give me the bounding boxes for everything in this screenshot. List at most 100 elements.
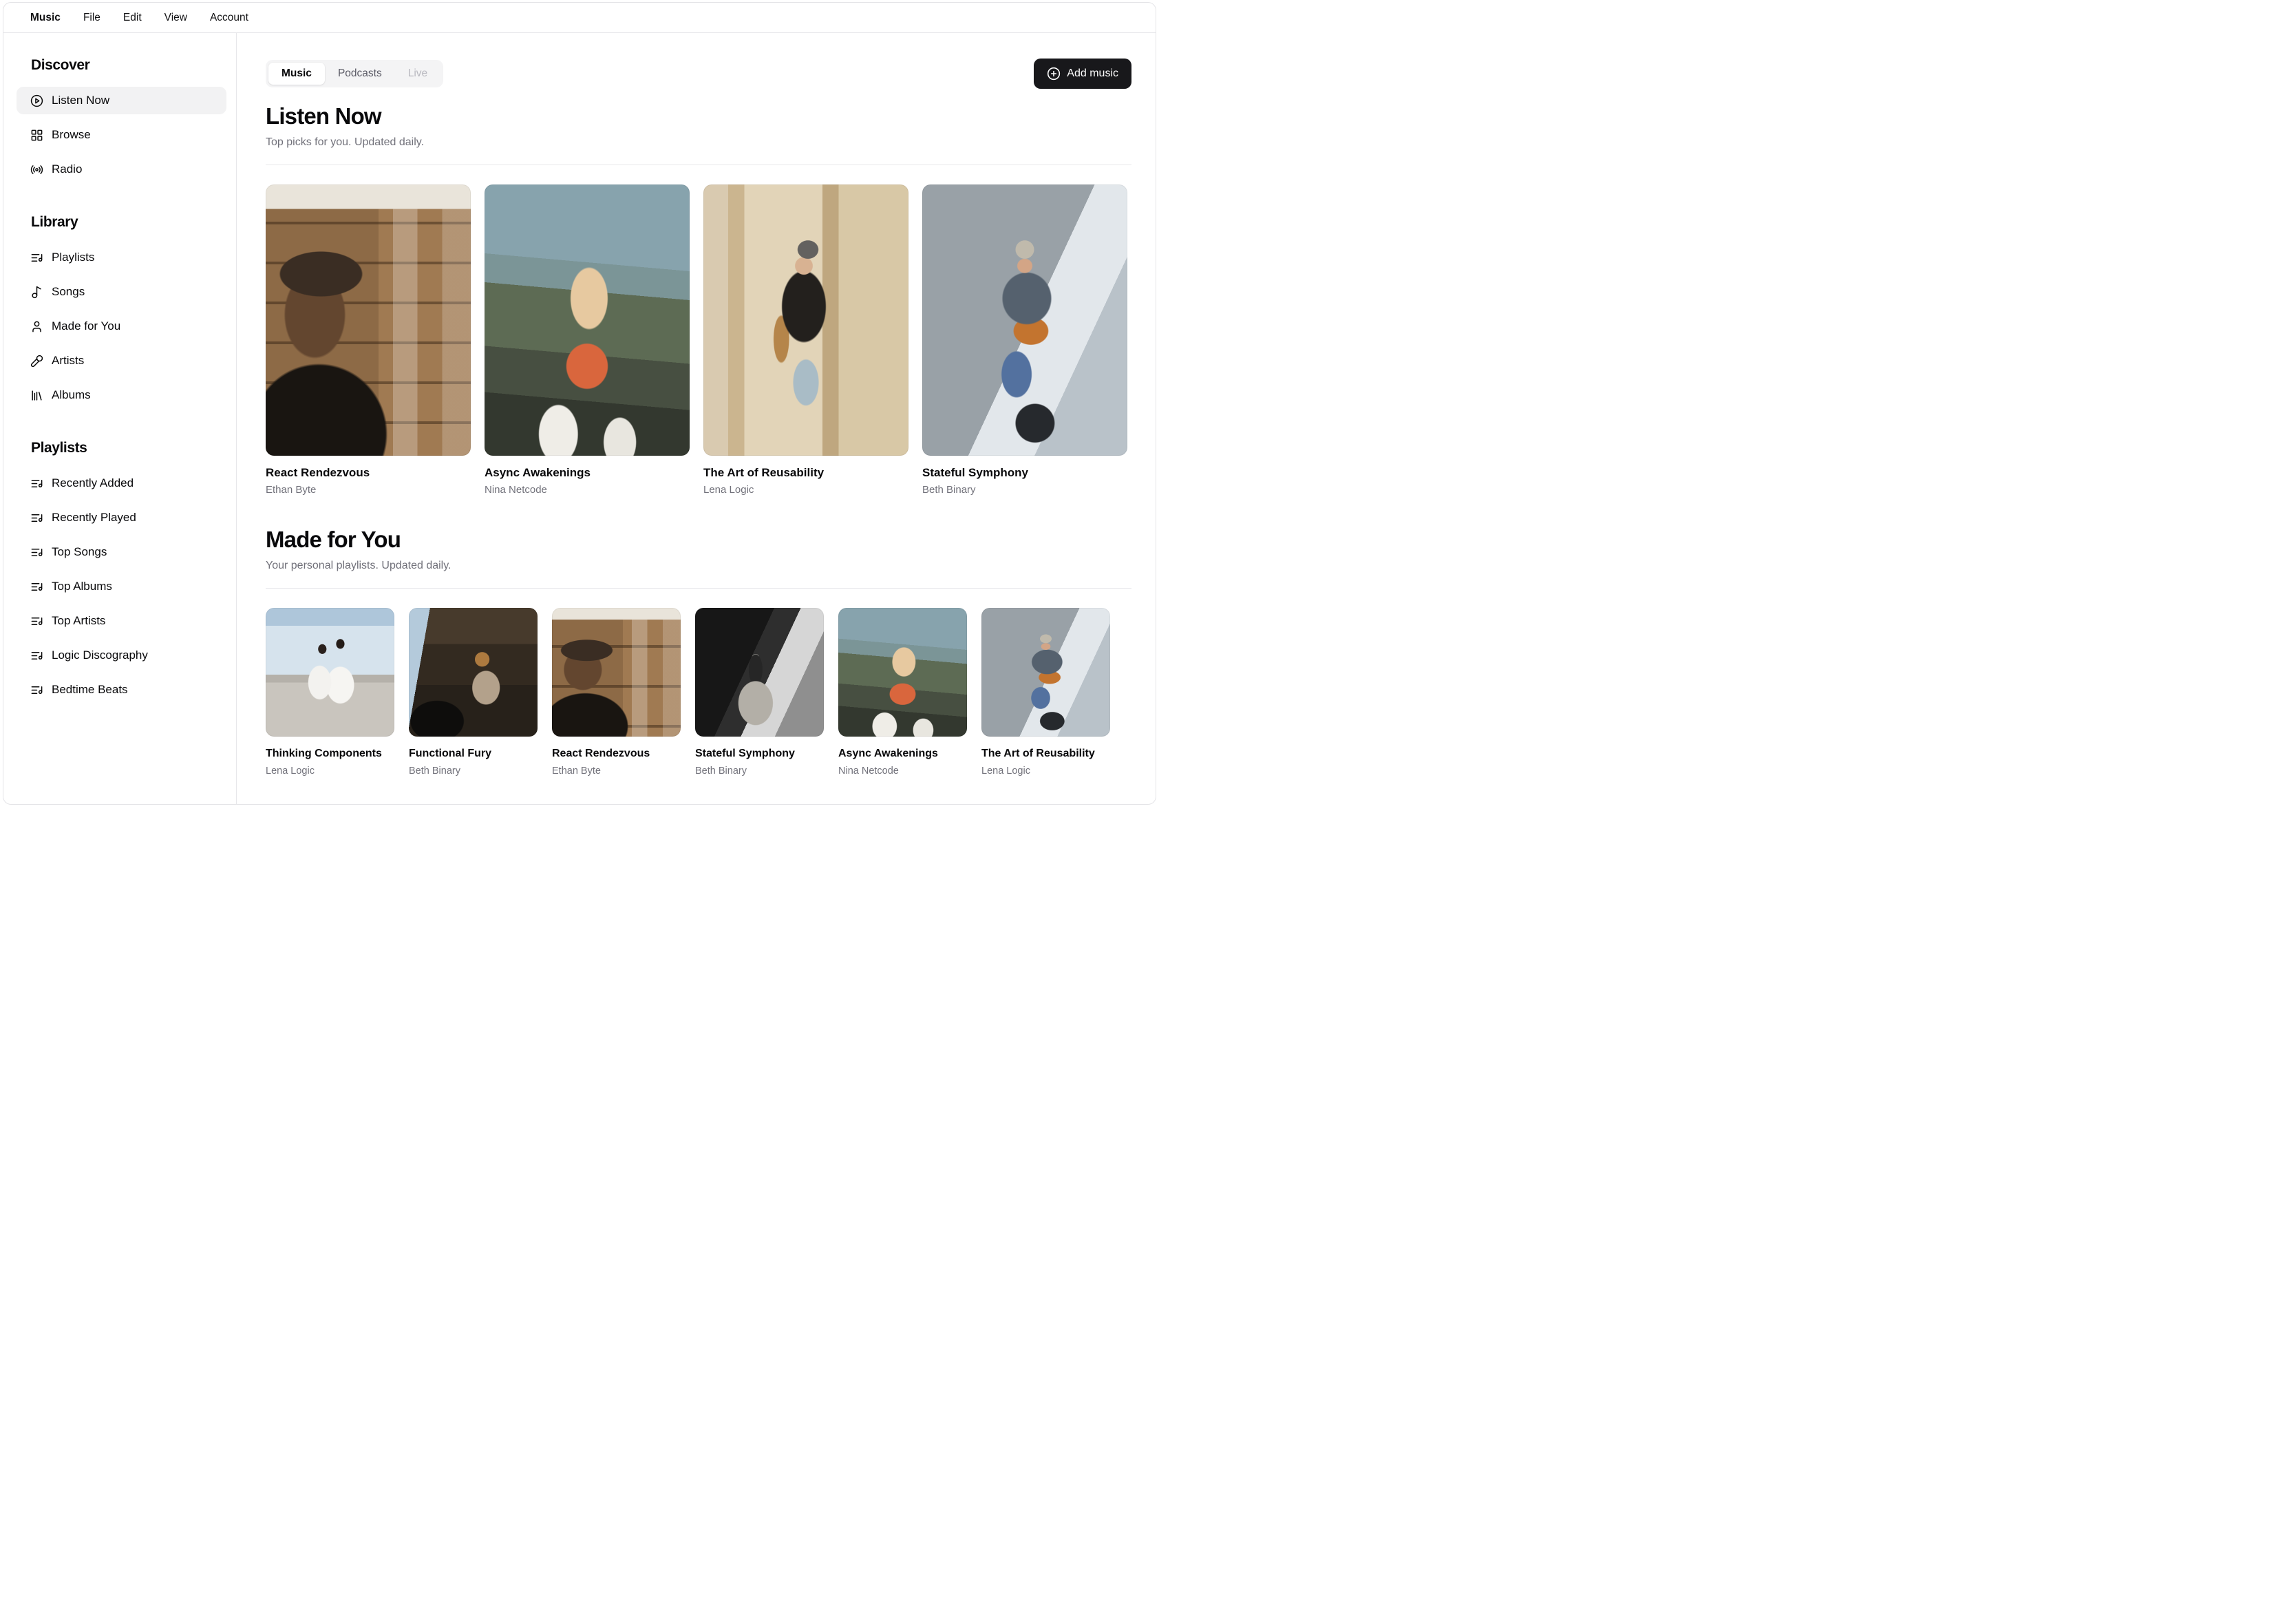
album-cover[interactable] (266, 608, 394, 737)
sidebar-item-songs[interactable]: Songs (17, 278, 226, 306)
album-cover[interactable] (981, 608, 1110, 737)
sidebar-section-playlists: Playlists Recently Added Recently Played (17, 439, 226, 704)
album-cover[interactable] (695, 608, 824, 737)
add-music-button[interactable]: Add music (1034, 59, 1131, 89)
sidebar-item-top-artists[interactable]: Top Artists (17, 607, 226, 635)
sidebar-item-label: Bedtime Beats (52, 683, 128, 696)
album-title: Thinking Components (266, 748, 382, 759)
album-cover[interactable] (703, 184, 908, 456)
sidebar-item-made-for-you[interactable]: Made for You (17, 313, 226, 340)
sidebar: Discover Listen Now Browse Radio Library… (3, 33, 237, 804)
list-music-icon (30, 580, 43, 593)
album-artist: Beth Binary (922, 484, 976, 496)
sidebar-heading-library: Library (31, 214, 78, 230)
album-artist: Beth Binary (695, 766, 747, 777)
sidebar-item-top-albums[interactable]: Top Albums (17, 573, 226, 600)
list-music-icon (30, 684, 43, 697)
sidebar-item-artists[interactable]: Artists (17, 347, 226, 374)
sidebar-item-logic-discography[interactable]: Logic Discography (17, 642, 226, 669)
album-card: React Rendezvous Ethan Byte (266, 184, 471, 497)
album-cover[interactable] (922, 184, 1127, 456)
circle-play-icon (30, 94, 43, 107)
sidebar-item-label: Recently Added (52, 476, 134, 489)
sidebar-item-label: Albums (52, 388, 91, 401)
sidebar-item-playlists[interactable]: Playlists (17, 244, 226, 271)
sidebar-item-browse[interactable]: Browse (17, 121, 226, 149)
album-cover[interactable] (409, 608, 538, 737)
menubar-item-music[interactable]: Music (21, 3, 70, 32)
album-artist: Lena Logic (703, 484, 754, 496)
sidebar-item-listen-now[interactable]: Listen Now (17, 87, 226, 114)
layout-grid-icon (30, 129, 43, 142)
album-cover[interactable] (552, 608, 681, 737)
sidebar-item-label: Listen Now (52, 94, 110, 107)
section-title-listen-now: Listen Now (266, 103, 382, 129)
sidebar-item-label: Songs (52, 285, 85, 298)
sidebar-item-recently-played[interactable]: Recently Played (17, 504, 226, 531)
menubar-item-edit[interactable]: Edit (114, 3, 151, 32)
app-window: Music File Edit View Account Discover Li… (3, 2, 1156, 805)
album-card: The Art of Reusability Lena Logic (703, 184, 908, 497)
menubar-item-view[interactable]: View (156, 3, 196, 32)
listen-now-card-row: React Rendezvous Ethan Byte Async Awaken… (266, 184, 1131, 497)
library-icon (30, 389, 43, 402)
album-card: Thinking Components Lena Logic (266, 608, 394, 778)
list-music-icon (30, 649, 43, 662)
sidebar-item-label: Top Artists (52, 614, 106, 627)
sidebar-section-discover: Discover Listen Now Browse Radio (17, 56, 226, 183)
album-card: Functional Fury Beth Binary (409, 608, 538, 778)
sidebar-item-label: Browse (52, 128, 91, 141)
list-music-icon (30, 511, 43, 525)
section-title-made-for-you: Made for You (266, 527, 401, 552)
menubar-item-file[interactable]: File (74, 3, 109, 32)
list-music-icon (30, 615, 43, 628)
sidebar-section-library: Library Playlists Songs Made for You Art… (17, 213, 226, 409)
sidebar-item-label: Artists (52, 354, 85, 367)
sidebar-item-label: Logic Discography (52, 648, 148, 662)
tab-podcasts[interactable]: Podcasts (325, 63, 395, 85)
tabs: Music Podcasts Live (266, 60, 444, 87)
sidebar-item-bedtime-beats[interactable]: Bedtime Beats (17, 676, 226, 704)
sidebar-item-albums[interactable]: Albums (17, 381, 226, 409)
album-title: The Art of Reusability (703, 466, 825, 479)
album-artist: Nina Netcode (838, 766, 899, 777)
section-subtitle-made-for-you: Your personal playlists. Updated daily. (266, 560, 451, 571)
radio-icon (30, 163, 43, 176)
album-title: React Rendezvous (552, 748, 650, 759)
main-content: Music Podcasts Live Add music Listen Now… (237, 33, 1156, 804)
music-note-icon (30, 286, 43, 299)
add-music-label: Add music (1067, 67, 1118, 79)
made-for-you-card-row: Thinking Components Lena Logic Functiona… (266, 608, 1131, 778)
sidebar-heading-discover: Discover (31, 57, 90, 73)
album-title: Stateful Symphony (922, 466, 1028, 479)
list-music-icon (30, 546, 43, 559)
album-card: Stateful Symphony Beth Binary (922, 184, 1127, 497)
separator (266, 588, 1131, 589)
section-subtitle-listen-now: Top picks for you. Updated daily. (266, 136, 425, 148)
sidebar-item-recently-added[interactable]: Recently Added (17, 469, 226, 497)
album-card: The Art of Reusability Lena Logic (981, 608, 1110, 778)
album-title: Functional Fury (409, 748, 491, 759)
sidebar-item-label: Playlists (52, 251, 95, 264)
sidebar-item-radio[interactable]: Radio (17, 156, 226, 183)
album-artist: Lena Logic (266, 766, 315, 777)
tab-music[interactable]: Music (268, 63, 325, 85)
menubar: Music File Edit View Account (3, 3, 1156, 33)
album-artist: Ethan Byte (552, 766, 601, 777)
album-card: Async Awakenings Nina Netcode (485, 184, 690, 497)
album-cover[interactable] (485, 184, 690, 456)
microphone-icon (30, 355, 43, 368)
sidebar-item-label: Radio (52, 162, 83, 176)
menubar-item-account[interactable]: Account (201, 3, 257, 32)
album-title: Async Awakenings (485, 466, 591, 479)
sidebar-heading-playlists: Playlists (31, 440, 87, 456)
album-cover[interactable] (838, 608, 967, 737)
album-cover[interactable] (266, 184, 471, 456)
tab-live: Live (395, 63, 440, 85)
album-title: Async Awakenings (838, 748, 938, 759)
sidebar-item-top-songs[interactable]: Top Songs (17, 538, 226, 566)
album-card: Async Awakenings Nina Netcode (838, 608, 967, 778)
album-artist: Beth Binary (409, 766, 460, 777)
list-music-icon (30, 477, 43, 490)
toolbar: Music Podcasts Live Add music (266, 59, 1131, 89)
